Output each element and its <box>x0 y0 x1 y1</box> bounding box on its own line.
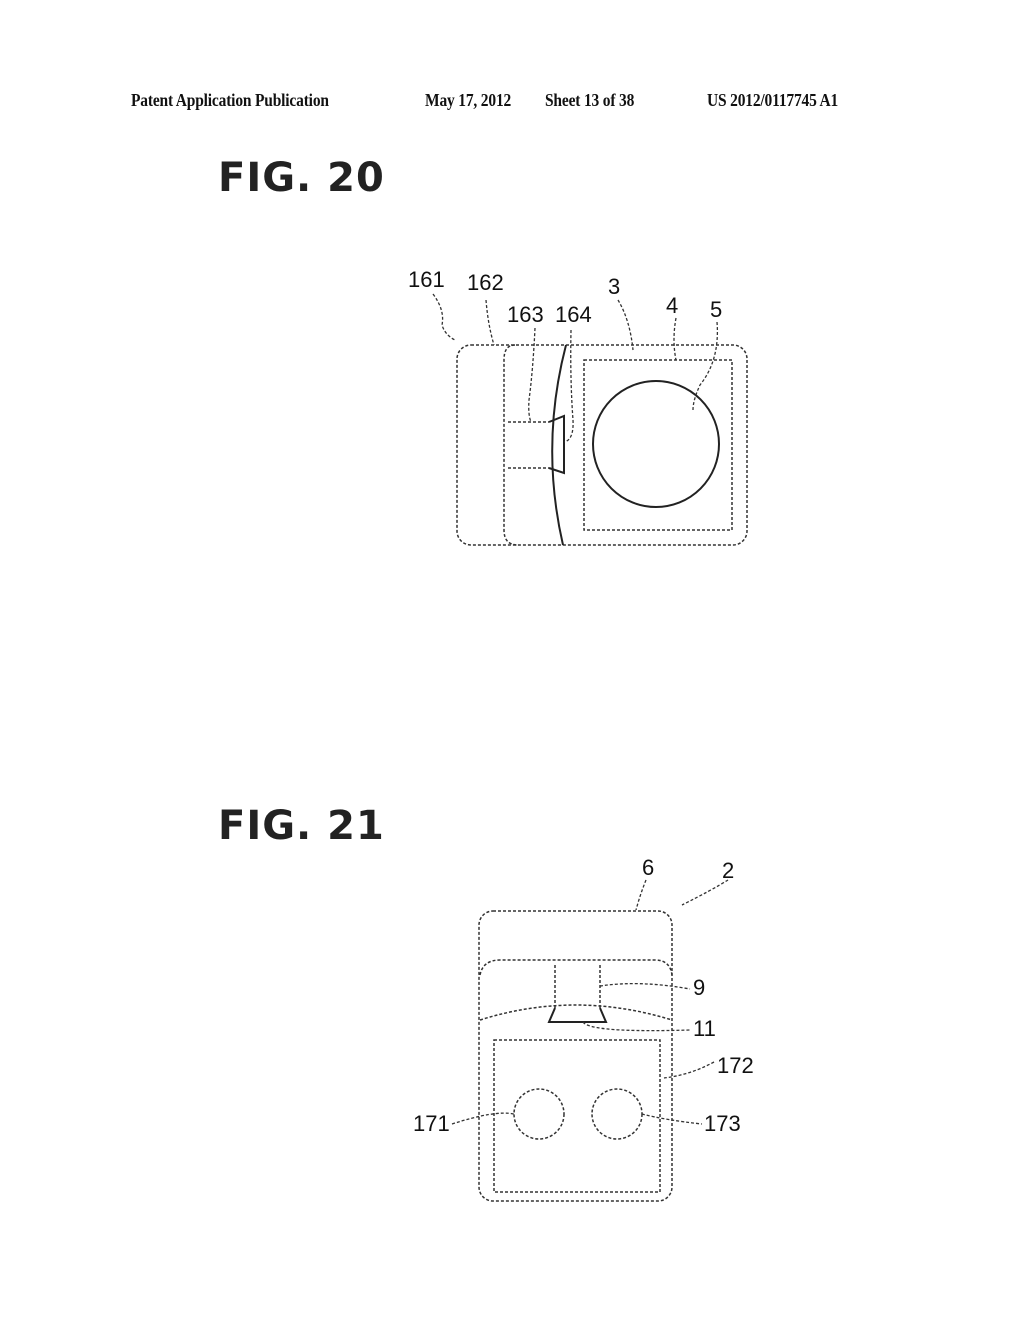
figure-21-drawing: 6 2 9 11 172 171 173 <box>413 855 754 1202</box>
sensor-window <box>493 1039 661 1193</box>
right-lens-circle <box>591 1088 643 1140</box>
sensor-window <box>583 359 733 531</box>
leader-161 <box>432 293 456 341</box>
leader-11 <box>582 1021 691 1032</box>
leader-9 <box>599 982 691 990</box>
label-172: 172 <box>717 1053 754 1078</box>
label-11: 11 <box>693 1016 716 1041</box>
label-2: 2 <box>722 858 734 883</box>
lens-circle <box>592 380 720 508</box>
patent-drawing: 161 162 163 164 3 4 5 6 2 9 11 172 171 1… <box>408 267 754 1202</box>
leader-6 <box>635 879 647 911</box>
label-163: 163 <box>507 302 544 327</box>
tab-element <box>548 414 565 475</box>
label-173: 173 <box>704 1111 741 1136</box>
leader-162 <box>485 299 495 346</box>
device-outer-body <box>456 344 748 546</box>
leader-3 <box>617 299 634 351</box>
curved-divider <box>479 1004 673 1021</box>
upper-panel-line <box>479 959 673 976</box>
label-161: 161 <box>408 267 445 292</box>
label-4: 4 <box>666 293 678 318</box>
label-171: 171 <box>413 1111 450 1136</box>
tab-element <box>547 1007 608 1023</box>
label-162: 162 <box>467 270 504 295</box>
leader-2 <box>681 879 729 906</box>
device-outer-body <box>478 910 673 1202</box>
leader-163 <box>528 327 536 423</box>
label-9: 9 <box>693 975 705 1000</box>
leader-4 <box>673 317 677 361</box>
left-lens-circle <box>513 1088 565 1140</box>
label-164: 164 <box>555 302 592 327</box>
leader-171 <box>451 1112 515 1125</box>
label-5: 5 <box>710 297 722 322</box>
device-front-panel <box>503 344 519 546</box>
label-6: 6 <box>642 855 654 880</box>
label-3: 3 <box>608 274 620 299</box>
figure-20-drawing: 161 162 163 164 3 4 5 <box>408 267 748 546</box>
